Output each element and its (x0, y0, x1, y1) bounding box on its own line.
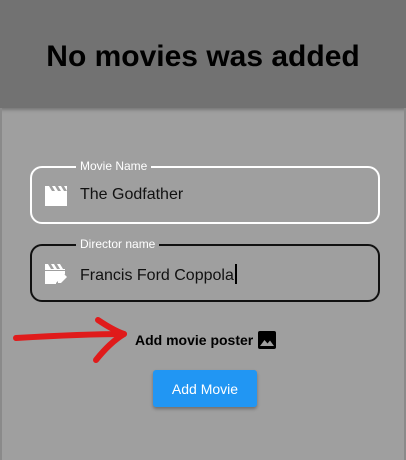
image-icon (258, 331, 277, 349)
app-bar: No movies was added (0, 0, 406, 108)
movie-edit-icon (45, 264, 67, 284)
annotation-arrow-icon (13, 317, 127, 363)
movie-name-label: Movie Name (76, 159, 152, 173)
text-cursor (234, 264, 237, 284)
page-title: No movies was added (46, 40, 360, 73)
add-movie-button[interactable]: Add Movie (153, 370, 257, 407)
movie-name-input[interactable]: The Godfather (80, 186, 183, 204)
director-name-field[interactable]: Director name Francis Ford Coppola (30, 237, 380, 302)
movie-clapper-icon (45, 186, 67, 206)
director-name-input[interactable]: Francis Ford Coppola (80, 264, 237, 285)
add-poster-label: Add movie poster (135, 332, 254, 348)
director-name-label: Director name (76, 237, 160, 251)
director-name-value: Francis Ford Coppola (80, 267, 234, 284)
left-edge-divider (0, 108, 2, 460)
movie-name-field[interactable]: Movie Name The Godfather (30, 159, 380, 224)
add-poster-button[interactable]: Add movie poster (135, 329, 277, 351)
